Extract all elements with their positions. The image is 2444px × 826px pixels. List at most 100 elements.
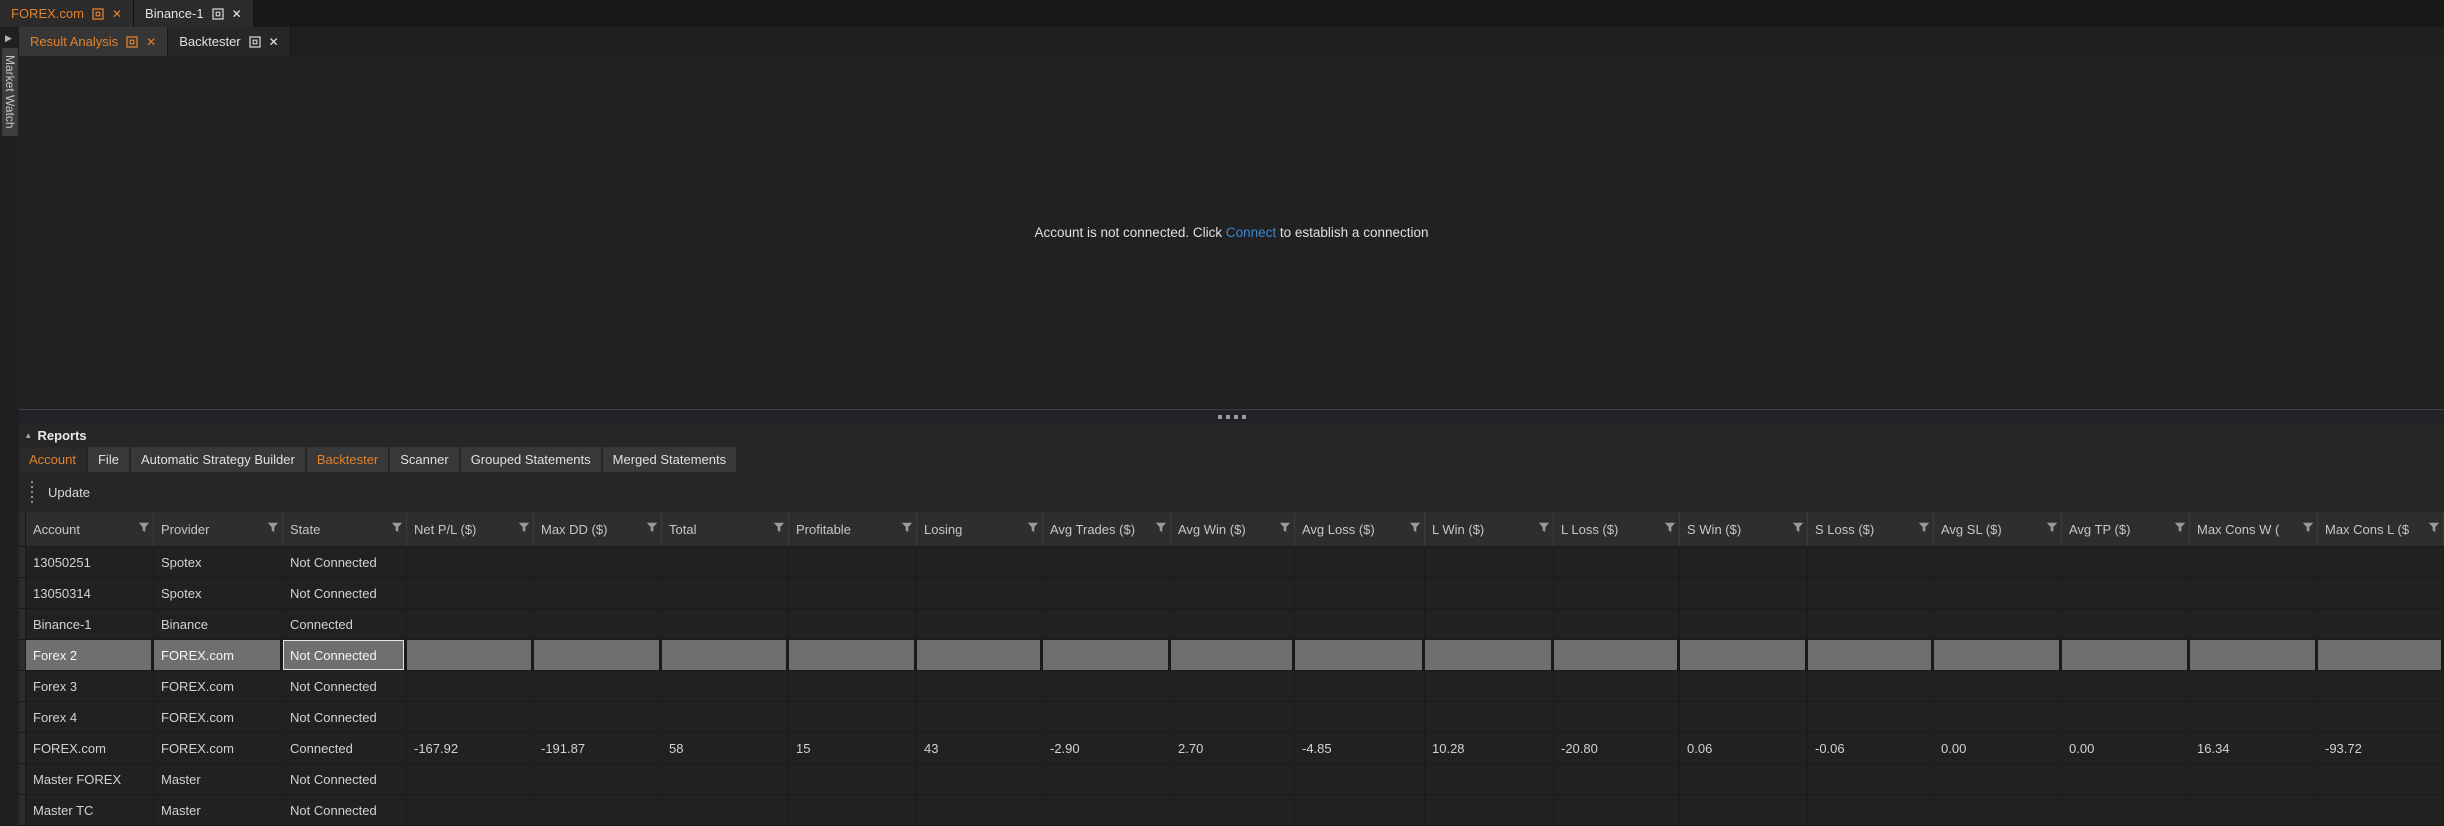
table-cell[interactable] [917,547,1043,577]
table-cell[interactable]: 0.00 [1934,733,2062,763]
table-row[interactable]: 13050251SpotexNot Connected [19,547,2444,578]
column-header-total[interactable]: Total [662,512,789,546]
table-cell[interactable] [1043,640,1171,670]
table-row[interactable]: Forex 2FOREX.comNot Connected [19,640,2444,671]
table-cell[interactable] [2190,609,2318,639]
table-cell[interactable] [1171,640,1295,670]
table-cell[interactable] [789,547,917,577]
table-cell[interactable]: Not Connected [283,578,407,608]
table-cell[interactable] [2318,578,2444,608]
filter-funnel-icon[interactable] [2046,522,2058,537]
table-cell[interactable]: 0.06 [1680,733,1808,763]
table-cell[interactable] [1680,764,1808,794]
table-cell[interactable] [1171,547,1295,577]
table-cell[interactable] [1808,547,1934,577]
table-cell[interactable] [1680,578,1808,608]
table-cell[interactable] [1425,671,1554,701]
table-cell[interactable] [917,764,1043,794]
table-cell[interactable] [1171,702,1295,732]
reports-tab-file[interactable]: File [88,447,129,472]
table-cell[interactable] [1043,702,1171,732]
table-cell[interactable] [662,702,789,732]
table-cell[interactable]: -191.87 [534,733,662,763]
panel-tab-result-analysis[interactable]: Result Analysis✕ [19,27,168,56]
table-cell[interactable] [2318,764,2444,794]
table-cell[interactable]: -0.06 [1808,733,1934,763]
table-cell[interactable]: -4.85 [1295,733,1425,763]
table-cell[interactable] [1043,578,1171,608]
table-cell[interactable] [1295,547,1425,577]
table-cell[interactable] [1680,702,1808,732]
table-cell[interactable] [662,578,789,608]
window-tab-forex-com[interactable]: FOREX.com✕ [0,0,134,27]
filter-funnel-icon[interactable] [2174,522,2186,537]
toolbar-drag-handle-icon[interactable] [31,481,33,503]
table-cell[interactable] [2062,609,2190,639]
table-row[interactable]: FOREX.comFOREX.comConnected-167.92-191.8… [19,733,2444,764]
table-cell[interactable] [534,609,662,639]
reports-tab-merged-statements[interactable]: Merged Statements [603,447,736,472]
sidebar-tab-market-watch[interactable]: Market Watch [2,48,18,136]
table-cell[interactable] [1808,764,1934,794]
table-cell[interactable]: Not Connected [283,702,407,732]
table-cell[interactable] [1425,702,1554,732]
table-cell[interactable] [2190,578,2318,608]
table-cell[interactable] [2190,547,2318,577]
column-header-profitable[interactable]: Profitable [789,512,917,546]
table-cell[interactable] [789,640,917,670]
table-cell[interactable] [1295,609,1425,639]
table-cell[interactable] [407,764,534,794]
table-cell[interactable] [1043,547,1171,577]
table-cell[interactable] [2062,671,2190,701]
table-cell[interactable]: Connected [283,733,407,763]
table-cell[interactable]: Master [154,764,283,794]
table-cell[interactable] [534,578,662,608]
table-cell[interactable]: Connected [283,609,407,639]
table-cell[interactable] [1934,671,2062,701]
table-cell[interactable] [662,640,789,670]
column-header-avg-sl-[interactable]: Avg SL ($) [1934,512,2062,546]
table-cell[interactable] [1934,609,2062,639]
column-header-provider[interactable]: Provider [154,512,283,546]
table-cell[interactable]: Forex 3 [26,671,154,701]
table-cell[interactable]: Forex 2 [26,640,154,670]
table-cell[interactable] [2062,702,2190,732]
table-cell[interactable] [407,671,534,701]
window-tab-binance-1[interactable]: Binance-1✕ [134,0,254,27]
table-cell[interactable]: -93.72 [2318,733,2444,763]
column-header-l-loss-[interactable]: L Loss ($) [1554,512,1680,546]
column-header-avg-loss-[interactable]: Avg Loss ($) [1295,512,1425,546]
collapse-reports-icon[interactable]: ▴ [26,430,31,441]
expand-panel-arrow-icon[interactable]: ▶ [5,33,12,44]
column-header-l-win-[interactable]: L Win ($) [1425,512,1554,546]
table-cell[interactable]: Not Connected [283,640,407,670]
table-cell[interactable] [917,702,1043,732]
table-cell[interactable]: 43 [917,733,1043,763]
connect-link[interactable]: Connect [1226,225,1276,240]
reports-tab-scanner[interactable]: Scanner [390,447,458,472]
table-cell[interactable] [2190,702,2318,732]
filter-funnel-icon[interactable] [1538,522,1550,537]
table-cell[interactable]: 13050314 [26,578,154,608]
column-header-avg-win-[interactable]: Avg Win ($) [1171,512,1295,546]
table-cell[interactable]: Binance [154,609,283,639]
table-cell[interactable] [534,640,662,670]
panel-tab-backtester[interactable]: Backtester✕ [168,27,290,56]
table-cell[interactable] [2318,640,2444,670]
filter-funnel-icon[interactable] [391,522,403,537]
column-header-avg-tp-[interactable]: Avg TP ($) [2062,512,2190,546]
table-cell[interactable]: 13050251 [26,547,154,577]
close-icon[interactable]: ✕ [112,8,122,20]
table-cell[interactable] [789,671,917,701]
table-cell[interactable] [1680,609,1808,639]
table-cell[interactable] [1425,578,1554,608]
table-cell[interactable] [407,702,534,732]
table-cell[interactable] [1934,640,2062,670]
table-cell[interactable]: 10.28 [1425,733,1554,763]
reports-tab-backtester[interactable]: Backtester [307,447,388,472]
table-row[interactable]: Master FOREXMasterNot Connected [19,764,2444,795]
update-button[interactable]: Update [48,485,90,500]
table-cell[interactable] [1934,764,2062,794]
table-cell[interactable] [1934,578,2062,608]
table-cell[interactable] [407,578,534,608]
